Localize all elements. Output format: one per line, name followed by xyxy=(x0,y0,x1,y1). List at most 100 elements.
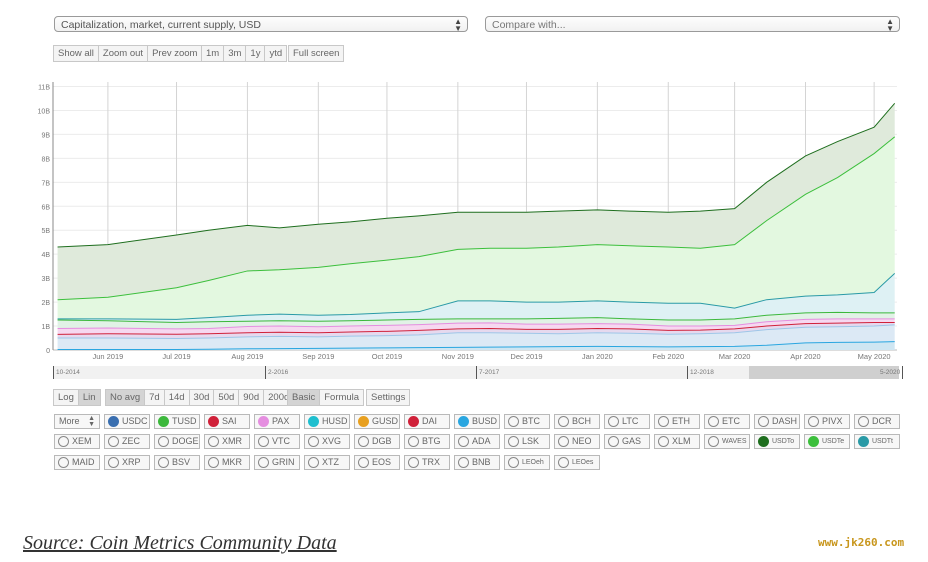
source-link[interactable]: Source: Coin Metrics Community Data xyxy=(23,532,337,555)
y-tick-label: 2B xyxy=(41,300,50,307)
unselected-circle-icon xyxy=(108,436,119,447)
asset-label: MAID xyxy=(72,457,95,467)
avg-50d-button[interactable]: 50d xyxy=(214,390,240,405)
asset-toggle-usdc[interactable]: USDC xyxy=(104,414,150,429)
unselected-circle-icon xyxy=(558,436,569,447)
asset-toggle-xrp[interactable]: XRP xyxy=(104,455,150,470)
asset-toggle-vtc[interactable]: VTC xyxy=(254,434,300,449)
asset-label: XVG xyxy=(322,436,342,446)
asset-toggle-dcr[interactable]: DCR xyxy=(854,414,900,429)
unselected-circle-icon xyxy=(358,457,369,468)
asset-toggle-husd[interactable]: HUSD xyxy=(304,414,350,429)
asset-toggle-sai[interactable]: SAI xyxy=(204,414,250,429)
asset-toggle-leoeh[interactable]: LEOeh xyxy=(504,455,550,470)
asset-toggle-leoes[interactable]: LEOes xyxy=(554,455,600,470)
basic-mode-button[interactable]: Basic xyxy=(288,390,321,405)
asset-label: ADA xyxy=(472,436,491,446)
asset-label: PAX xyxy=(272,416,290,426)
asset-label: GRIN xyxy=(272,457,295,467)
asset-toggle-dgb[interactable]: DGB xyxy=(354,434,400,449)
x-tick-label: Jun 2019 xyxy=(92,352,123,361)
chart-areas xyxy=(57,103,895,350)
asset-toggle-dai[interactable]: DAI xyxy=(404,414,450,429)
asset-toggle-grin[interactable]: GRIN xyxy=(254,455,300,470)
unselected-circle-icon xyxy=(208,436,219,447)
asset-toggle-eos[interactable]: EOS xyxy=(354,455,400,470)
unselected-circle-icon xyxy=(558,457,569,468)
unselected-circle-icon xyxy=(458,436,469,447)
asset-toggle-etc[interactable]: ETC xyxy=(704,414,750,429)
asset-toggle-lsk[interactable]: LSK xyxy=(504,434,550,449)
asset-label: NEO xyxy=(572,436,592,446)
asset-toggle-xlm[interactable]: XLM xyxy=(654,434,700,449)
asset-toggle-usdto[interactable]: USDTo xyxy=(754,434,800,449)
avg-90d-button[interactable]: 90d xyxy=(239,390,265,405)
asset-toggle-zec[interactable]: ZEC xyxy=(104,434,150,449)
selected-dot-icon xyxy=(808,436,819,447)
asset-toggle-waves[interactable]: WAVES xyxy=(704,434,750,449)
asset-toggle-doge[interactable]: DOGE xyxy=(154,434,200,449)
asset-toggle-pax[interactable]: PAX xyxy=(254,414,300,429)
asset-toggle-xmr[interactable]: XMR xyxy=(204,434,250,449)
asset-toggle-maid[interactable]: MAID xyxy=(54,455,100,470)
navigator-label: 5-2020 xyxy=(878,366,904,379)
stacked-area-chart[interactable]: 0 1B 2B 3B 4B 5B 6B 7B 8B 9B 10B 11B Jun 2019 Jul 20… xyxy=(0,0,928,366)
asset-label: LSK xyxy=(522,436,540,446)
no-avg-button[interactable]: No avg xyxy=(106,390,146,405)
asset-row: XEM ZEC DOGE XMR VTC XVG DGB BTG ADA LSK NEO GAS XLM… xyxy=(54,434,900,449)
asset-toggle-gas[interactable]: GAS xyxy=(604,434,650,449)
asset-toggle-usdtt[interactable]: USDTt xyxy=(854,434,900,449)
unselected-circle-icon xyxy=(408,457,419,468)
more-select[interactable]: More ▲ ▼ xyxy=(54,414,100,429)
unselected-circle-icon xyxy=(458,457,469,468)
asset-toggle-eth[interactable]: ETH xyxy=(654,414,700,429)
unselected-circle-icon xyxy=(658,416,669,427)
more-select-value: More xyxy=(59,416,80,426)
asset-toggle-pivx[interactable]: PIVX xyxy=(804,414,850,429)
asset-label: TUSD xyxy=(172,416,197,426)
asset-toggle-mkr[interactable]: MKR xyxy=(204,455,250,470)
avg-7d-button[interactable]: 7d xyxy=(145,390,165,405)
asset-row: MAID XRP BSV MKR GRIN XTZ EOS TRX BNB LEOeh LEOes xyxy=(54,455,600,470)
asset-toggle-xvg[interactable]: XVG xyxy=(304,434,350,449)
settings-group: Settings xyxy=(366,389,411,406)
asset-toggle-dash[interactable]: DASH xyxy=(754,414,800,429)
asset-label: BUSD xyxy=(472,416,498,426)
asset-toggle-xtz[interactable]: XTZ xyxy=(304,455,350,470)
selected-dot-icon xyxy=(308,416,319,427)
log-scale-button[interactable]: Log xyxy=(54,390,79,405)
lin-scale-button[interactable]: Lin xyxy=(78,390,100,405)
formula-mode-button[interactable]: Formula xyxy=(320,390,363,405)
asset-toggle-trx[interactable]: TRX xyxy=(404,455,450,470)
y-tick-label: 3B xyxy=(41,276,50,283)
unselected-circle-icon xyxy=(208,457,219,468)
asset-toggle-gusd[interactable]: GUSD xyxy=(354,414,400,429)
navigator-selection[interactable] xyxy=(749,366,899,379)
avg-30d-button[interactable]: 30d xyxy=(190,390,215,405)
y-tick-label: 10B xyxy=(38,108,51,115)
y-tick-label: 0 xyxy=(46,348,50,355)
settings-button[interactable]: Settings xyxy=(367,390,409,405)
asset-toggle-ltc[interactable]: LTC xyxy=(604,414,650,429)
avg-14d-button[interactable]: 14d xyxy=(165,390,190,405)
asset-label: USDTe xyxy=(822,438,845,445)
asset-toggle-ada[interactable]: ADA xyxy=(454,434,500,449)
asset-toggle-neo[interactable]: NEO xyxy=(554,434,600,449)
unselected-circle-icon xyxy=(158,457,169,468)
y-tick-label: 11B xyxy=(38,85,50,92)
asset-label: BCH xyxy=(572,416,592,426)
asset-toggle-btc[interactable]: BTC xyxy=(504,414,550,429)
asset-toggle-btg[interactable]: BTG xyxy=(404,434,450,449)
asset-toggle-xem[interactable]: XEM xyxy=(54,434,100,449)
asset-toggle-bsv[interactable]: BSV xyxy=(154,455,200,470)
asset-toggle-tusd[interactable]: TUSD xyxy=(154,414,200,429)
asset-toggle-usdte[interactable]: USDTe xyxy=(804,434,850,449)
asset-toggle-busd[interactable]: BUSD xyxy=(454,414,500,429)
x-tick-label: Jul 2019 xyxy=(162,352,190,361)
asset-toggle-bnb[interactable]: BNB xyxy=(454,455,500,470)
asset-label: VTC xyxy=(272,436,290,446)
asset-label: DGB xyxy=(372,436,392,446)
asset-label: DCR xyxy=(872,416,892,426)
x-tick-label: Oct 2019 xyxy=(372,352,402,361)
asset-toggle-bch[interactable]: BCH xyxy=(554,414,600,429)
